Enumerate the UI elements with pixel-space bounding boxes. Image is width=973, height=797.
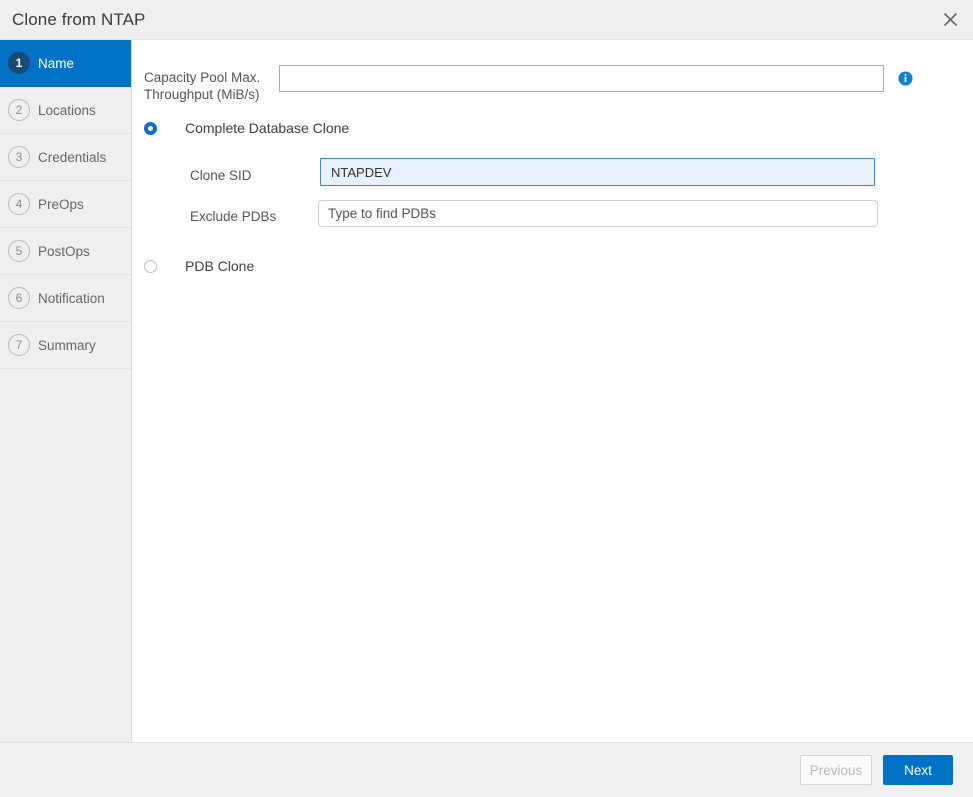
sidebar-item-postops[interactable]: 5 PostOps <box>0 228 131 275</box>
wizard-step-sidebar: 1 Name 2 Locations 3 Credentials 4 PreOp… <box>0 40 132 742</box>
next-button[interactable]: Next <box>883 755 953 785</box>
sidebar-item-label: Summary <box>38 338 96 353</box>
sidebar-item-credentials[interactable]: 3 Credentials <box>0 134 131 181</box>
radio-pdb-clone[interactable]: PDB Clone <box>144 258 254 274</box>
sidebar-item-label: Notification <box>38 291 105 306</box>
sidebar-item-label: Credentials <box>38 150 106 165</box>
sidebar-item-label: Name <box>38 56 74 71</box>
exclude-pdbs-input[interactable] <box>318 200 878 227</box>
info-icon[interactable] <box>898 71 913 86</box>
capacity-pool-label-line2: Throughput (MiB/s) <box>144 86 276 103</box>
step-number-badge: 7 <box>8 334 30 356</box>
step-number-badge: 4 <box>8 193 30 215</box>
clone-sid-field-row: Clone SID <box>190 158 950 186</box>
capacity-pool-label: Capacity Pool Max. Throughput (MiB/s) <box>144 65 276 103</box>
clone-sid-input[interactable] <box>320 158 875 186</box>
sidebar-item-notification[interactable]: 6 Notification <box>0 275 131 322</box>
step-number-badge: 1 <box>8 52 30 74</box>
dialog-title: Clone from NTAP <box>0 11 145 28</box>
step-number-badge: 6 <box>8 287 30 309</box>
dialog-titlebar: Clone from NTAP <box>0 0 973 40</box>
dialog-body: 1 Name 2 Locations 3 Credentials 4 PreOp… <box>0 40 973 742</box>
sidebar-item-summary[interactable]: 7 Summary <box>0 322 131 369</box>
sidebar-item-name[interactable]: 1 Name <box>0 40 131 87</box>
radio-complete-database-clone[interactable]: Complete Database Clone <box>144 120 349 136</box>
radio-selected-icon <box>144 122 157 135</box>
exclude-pdbs-label: Exclude PDBs <box>190 203 318 224</box>
capacity-pool-label-line1: Capacity Pool Max. <box>144 69 276 86</box>
step-number-badge: 2 <box>8 99 30 121</box>
sidebar-item-preops[interactable]: 4 PreOps <box>0 181 131 228</box>
step-number-badge: 3 <box>8 146 30 168</box>
radio-pdb-clone-label: PDB Clone <box>185 258 254 274</box>
exclude-pdbs-field-row: Exclude PDBs <box>190 200 950 227</box>
sidebar-item-label: Locations <box>38 103 96 118</box>
previous-button[interactable]: Previous <box>800 755 872 785</box>
radio-complete-database-clone-label: Complete Database Clone <box>185 120 349 136</box>
clone-sid-label: Clone SID <box>190 162 318 183</box>
step-content-panel: Capacity Pool Max. Throughput (MiB/s) Co… <box>132 40 973 742</box>
close-icon[interactable] <box>935 5 965 35</box>
capacity-pool-input[interactable] <box>279 65 884 92</box>
sidebar-item-label: PostOps <box>38 244 90 259</box>
sidebar-item-locations[interactable]: 2 Locations <box>0 87 131 134</box>
step-number-badge: 5 <box>8 240 30 262</box>
dialog-footer: Previous Next <box>0 742 973 797</box>
sidebar-item-label: PreOps <box>38 197 84 212</box>
capacity-pool-field-row: Capacity Pool Max. Throughput (MiB/s) <box>144 65 914 103</box>
radio-unselected-icon <box>144 260 157 273</box>
clone-wizard-dialog: Clone from NTAP 1 Name 2 Locations 3 Cre… <box>0 0 973 797</box>
